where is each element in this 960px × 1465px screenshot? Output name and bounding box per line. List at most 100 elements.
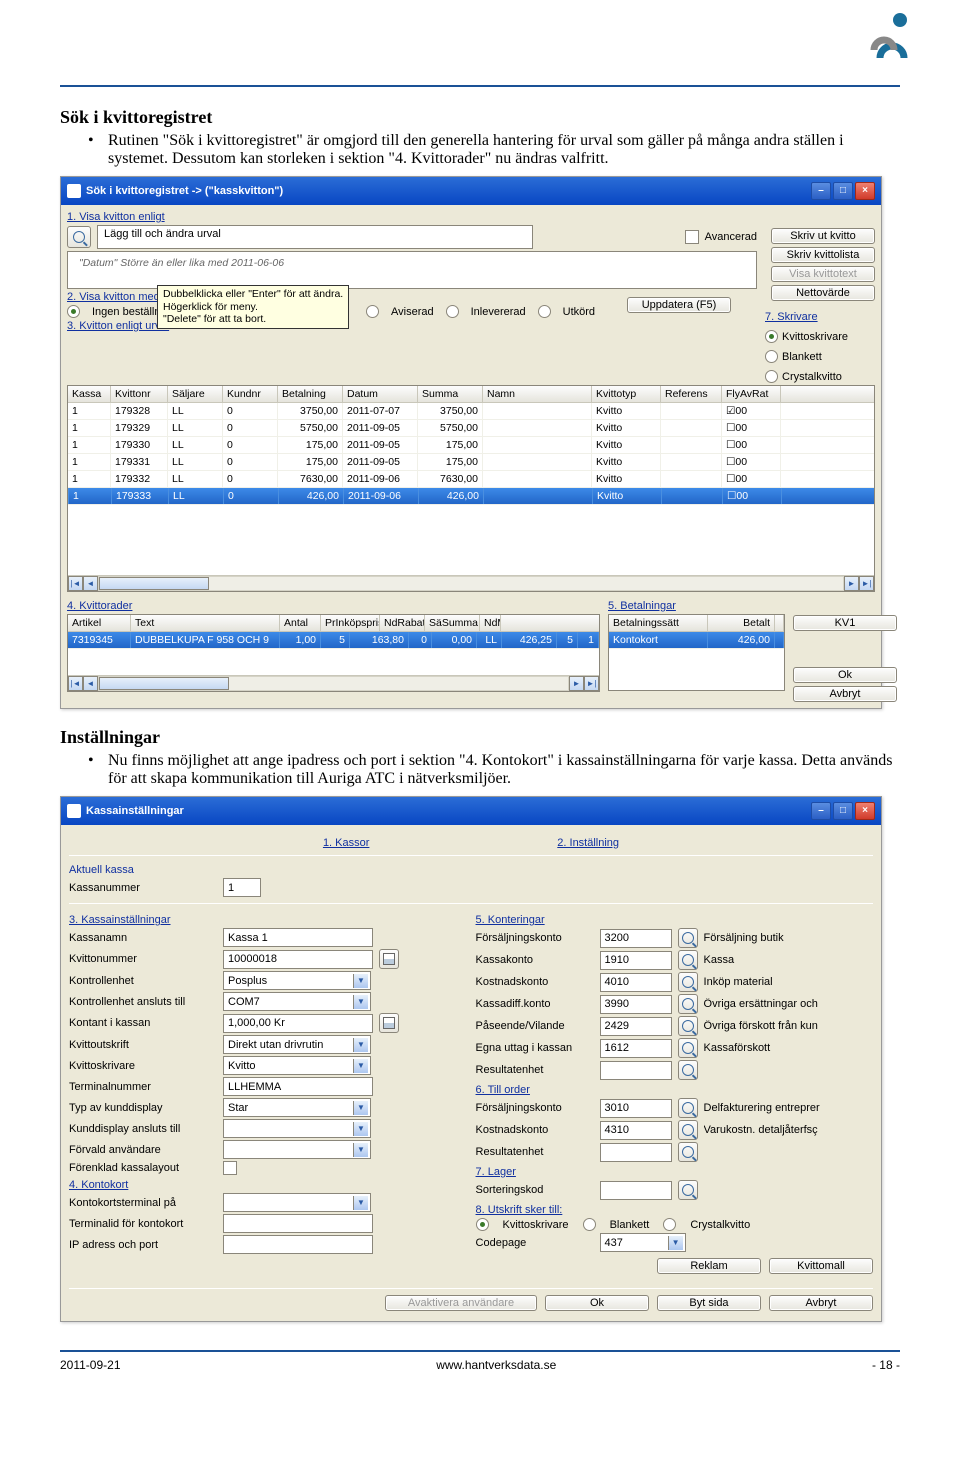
col-header[interactable]: Betalning	[278, 386, 343, 402]
text-input[interactable]: 3200	[600, 929, 672, 948]
betal-grid[interactable]: Betalningssätt Betalt Kontokort 426,00	[608, 614, 785, 691]
h-scrollbar-rader[interactable]: |◄◄ ►►|	[68, 675, 599, 691]
skriv-lista-button[interactable]: Skriv kvittolista	[771, 247, 875, 263]
select[interactable]: ▼	[223, 1119, 371, 1138]
search-icon[interactable]	[67, 226, 91, 248]
section-5-label[interactable]: 5. Betalningar	[608, 600, 785, 612]
col-header[interactable]: Datum	[343, 386, 418, 402]
section-4-inst[interactable]: 4. Kontokort	[69, 1179, 448, 1191]
checkbox[interactable]	[223, 1161, 237, 1175]
col-header[interactable]: Summa	[418, 386, 483, 402]
search-icon-button[interactable]	[678, 994, 698, 1014]
uppdatera-button[interactable]: Uppdatera (F5)	[627, 297, 731, 313]
radio-ut-kvitto[interactable]	[476, 1218, 489, 1231]
search-icon-button[interactable]	[678, 928, 698, 948]
avbryt-button-2[interactable]: Avbryt	[769, 1295, 873, 1311]
select[interactable]: Direkt utan drivrutin▼	[223, 1035, 371, 1054]
search-icon-button[interactable]	[678, 1098, 698, 1118]
section-3-inst[interactable]: 3. Kassainställningar	[69, 914, 448, 926]
col-header[interactable]: Kvittotyp	[592, 386, 661, 402]
text-input[interactable]	[600, 1143, 672, 1162]
text-input[interactable]	[223, 1235, 373, 1254]
search-icon-button[interactable]	[678, 950, 698, 970]
select[interactable]: ▼	[223, 1140, 371, 1159]
tab-kassor[interactable]: 1. Kassor	[323, 837, 369, 849]
radio-kvittoskrivare[interactable]	[765, 330, 778, 343]
kv1-button[interactable]: KV1	[793, 615, 897, 631]
avaktivera-button[interactable]: Avaktivera användare	[385, 1295, 537, 1311]
netto-button[interactable]: Nettovärde	[771, 285, 875, 301]
codepage-select[interactable]: 437▼	[600, 1233, 686, 1252]
search-icon-button[interactable]	[678, 1120, 698, 1140]
reklam-button[interactable]: Reklam	[657, 1258, 761, 1274]
byt-sida-button[interactable]: Byt sida	[657, 1295, 761, 1311]
section-4-label[interactable]: 4. Kvittorader	[67, 600, 600, 612]
col-header[interactable]: Referens	[661, 386, 722, 402]
table-row[interactable]: 1179331LL0175,002011-09-05175,00Kvitto☐0…	[68, 454, 874, 471]
radio-ut-crystal[interactable]	[663, 1218, 676, 1231]
search-icon-button[interactable]	[678, 1060, 698, 1080]
search-icon-button[interactable]	[678, 1016, 698, 1036]
text-input[interactable]: LLHEMMA	[223, 1077, 373, 1096]
text-input[interactable]: 3010	[600, 1099, 672, 1118]
table-row[interactable]: ▶1179333LL0426,002011-09-06426,00Kvitto☐…	[68, 488, 874, 505]
col-header[interactable]: Kvittonr	[111, 386, 168, 402]
col-header[interactable]: Kassa	[68, 386, 111, 402]
kvittomall-button[interactable]: Kvittomall	[769, 1258, 873, 1274]
radio-ut-blankett[interactable]	[583, 1218, 596, 1231]
col-header[interactable]: Namn	[483, 386, 592, 402]
text-input[interactable]: 4310	[600, 1121, 672, 1140]
text-input[interactable]	[600, 1061, 672, 1080]
text-input[interactable]	[223, 1214, 373, 1233]
close-button[interactable]: ×	[855, 802, 875, 820]
col-header[interactable]: Kundnr	[223, 386, 278, 402]
tab-installning[interactable]: 2. Inställning	[557, 837, 619, 849]
text-input[interactable]: 4010	[600, 973, 672, 992]
select[interactable]: Posplus▼	[223, 971, 371, 990]
search-icon-button[interactable]	[678, 1180, 698, 1200]
section-skrivare[interactable]: 7. Skrivare	[765, 311, 818, 323]
radio-ingen[interactable]	[67, 305, 80, 318]
kvitton-grid[interactable]: KassaKvittonrSäljareKundnrBetalningDatum…	[67, 385, 875, 592]
sorteringskod-input[interactable]	[600, 1181, 672, 1200]
search-icon-button[interactable]	[678, 1038, 698, 1058]
text-input[interactable]: 1,000,00 Kr	[223, 1014, 373, 1033]
radio-blankett[interactable]	[765, 350, 778, 363]
select[interactable]: COM7▼	[223, 992, 371, 1011]
visa-text-button[interactable]: Visa kvittotext	[771, 266, 875, 282]
radio-crystal[interactable]	[765, 370, 778, 383]
table-row[interactable]: 1179330LL0175,002011-09-05175,00Kvitto☐0…	[68, 437, 874, 454]
search-icon-button[interactable]	[678, 1142, 698, 1162]
kassanummer-input[interactable]: 1	[223, 878, 261, 897]
select[interactable]: ▼	[223, 1193, 371, 1212]
text-input[interactable]: 10000018	[223, 950, 373, 969]
col-header[interactable]: Säljare	[168, 386, 223, 402]
search-icon-button[interactable]	[678, 972, 698, 992]
h-scrollbar[interactable]: |◄◄ ►►|	[68, 575, 874, 591]
table-row[interactable]: 1179328LL03750,002011-07-073750,00Kvitto…	[68, 403, 874, 420]
list-icon-button[interactable]	[379, 949, 399, 969]
select[interactable]: Kvitto▼	[223, 1056, 371, 1075]
minimize-button[interactable]: –	[811, 182, 831, 200]
table-row[interactable]: 1179332LL07630,002011-09-067630,00Kvitto…	[68, 471, 874, 488]
maximize-button[interactable]: □	[833, 182, 853, 200]
avancerad-checkbox[interactable]	[685, 230, 699, 244]
radio-inlevererad[interactable]	[446, 305, 459, 318]
text-input[interactable]: 3990	[600, 995, 672, 1014]
section-8-inst[interactable]: 8. Utskrift sker till:	[476, 1204, 873, 1216]
avbryt-button[interactable]: Avbryt	[793, 686, 897, 702]
section-5-inst[interactable]: 5. Konteringar	[476, 914, 873, 926]
maximize-button[interactable]: □	[833, 802, 853, 820]
ok-button[interactable]: Ok	[793, 667, 897, 683]
minimize-button[interactable]: –	[811, 802, 831, 820]
text-input[interactable]: Kassa 1	[223, 928, 373, 947]
select[interactable]: Star▼	[223, 1098, 371, 1117]
radio-utkord[interactable]	[538, 305, 551, 318]
section-1-label[interactable]: 1. Visa kvitton enligt	[67, 211, 757, 223]
radio-aviserad[interactable]	[366, 305, 379, 318]
section-7-inst[interactable]: 7. Lager	[476, 1166, 873, 1178]
text-input[interactable]: 1910	[600, 951, 672, 970]
text-input[interactable]: 1612	[600, 1039, 672, 1058]
table-row[interactable]: 1179329LL05750,002011-09-055750,00Kvitto…	[68, 420, 874, 437]
rader-grid[interactable]: ArtikelTextAntalPrInköpsprisNdRabattSäSu…	[67, 614, 600, 692]
